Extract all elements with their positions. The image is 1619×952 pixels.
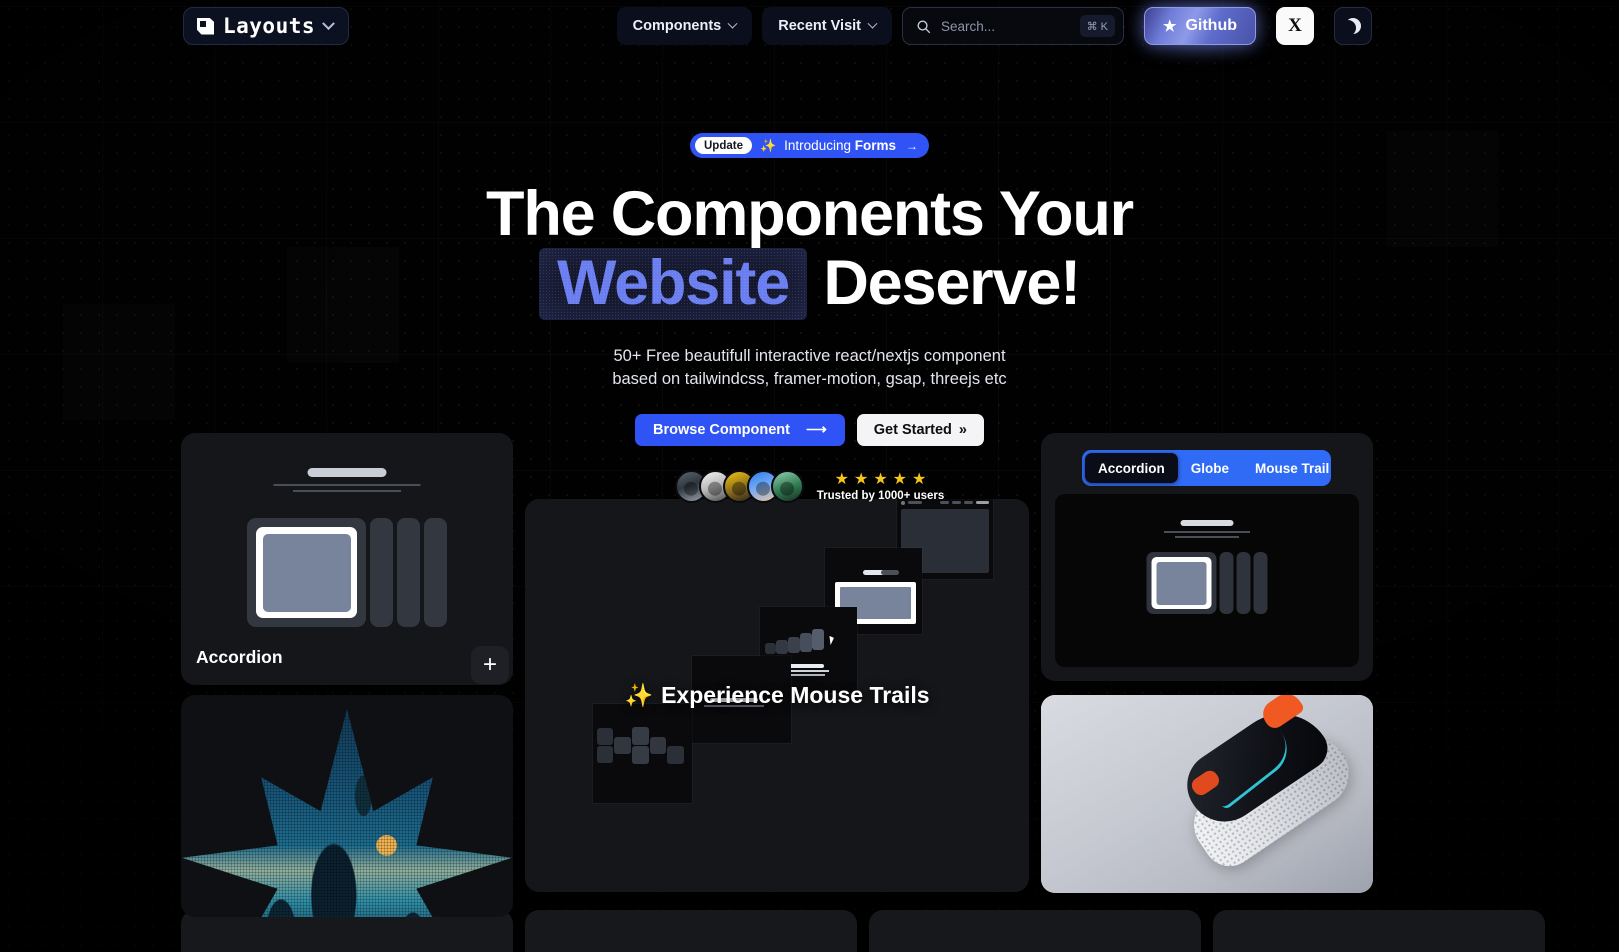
accordion-line	[1175, 536, 1239, 538]
accordion-handle-bar	[1180, 520, 1234, 526]
nav-menu-components-label: Components	[632, 18, 722, 34]
announcement-text-prefix: Introducing	[784, 138, 855, 153]
nav-menu-recent-visit-label: Recent Visit	[778, 18, 861, 34]
page-title: The Components Your Website Deserve!	[486, 179, 1134, 321]
moon-icon	[1345, 18, 1361, 34]
browse-component-button[interactable]: Browse Component ⟶	[635, 414, 845, 447]
announcement-text-strong: Forms	[854, 138, 896, 153]
search-shortcut-badge: ⌘ K	[1079, 15, 1115, 37]
github-button[interactable]: ★ Github	[1144, 7, 1256, 45]
hero-subtitle: 50+ Free beautifull interactive react/ne…	[612, 345, 1006, 391]
star-icon: ★	[834, 470, 849, 488]
star-icon: ★	[853, 470, 869, 488]
hero-title-line1: The Components Your	[486, 179, 1134, 249]
hero-subtitle-line1: 50+ Free beautifull interactive react/ne…	[613, 346, 1006, 365]
accordion-panel-open	[247, 518, 366, 627]
logo-button[interactable]: Layouts	[183, 7, 350, 45]
sparkle-icon: ✨	[759, 137, 777, 153]
trail-image-5	[593, 704, 692, 803]
tab-preview-stage	[1055, 494, 1359, 667]
mini-accordion-bar	[880, 570, 899, 575]
accordion-panel-closed	[1253, 552, 1268, 614]
browse-component-label: Browse Component	[653, 422, 790, 439]
social-proof: ★ ★ ★ ★ ★ Trusted by 1000+ users	[674, 470, 945, 504]
star-icon: ★	[912, 470, 927, 488]
accordion-panel-closed	[370, 518, 393, 627]
mini-trail-block	[597, 746, 613, 763]
logo-mark-icon	[197, 18, 214, 35]
accordion-panel-closed	[1219, 552, 1234, 614]
star-image-dither	[182, 709, 512, 917]
mouse-trail-title-text: Experience Mouse Trails	[661, 682, 930, 708]
star-icon: ★	[1163, 17, 1177, 35]
top-navbar: Layouts Components Recent Visit Search..…	[183, 0, 1372, 59]
chevron-down-icon	[727, 18, 738, 29]
mini-trail-block	[800, 633, 812, 652]
avatar-group	[674, 470, 804, 504]
mouse-trail-title: ✨ Experience Mouse Trails	[525, 682, 1029, 709]
star-rating-icons: ★ ★ ★ ★ ★	[834, 470, 927, 488]
theme-toggle-button[interactable]	[1334, 7, 1372, 45]
card-product-shoe[interactable]	[1041, 695, 1373, 893]
announcement-badge: Update	[695, 137, 752, 154]
mini-trail-block	[667, 746, 684, 764]
nav-menu-recent-visit[interactable]: Recent Visit	[762, 7, 892, 45]
accordion-panel-closed	[424, 518, 447, 627]
arrow-right-icon: ⟶	[805, 422, 827, 439]
chevrons-right-icon: »	[958, 422, 967, 439]
trusted-by-label: Trusted by 1000+ users	[816, 489, 945, 502]
sparkle-icon: ✨	[624, 682, 654, 708]
accordion-panel-open	[1146, 552, 1217, 614]
accordion-panels	[247, 518, 447, 627]
search-icon	[917, 20, 931, 33]
search-placeholder: Search...	[941, 18, 996, 34]
hero-section: Update ✨ Introducing Forms → The Compone…	[0, 0, 1619, 504]
mini-trail-block	[812, 629, 824, 650]
avatar	[770, 470, 804, 504]
announcement-text: Introducing Forms	[784, 138, 896, 153]
navbar-right-group: Components Recent Visit Search... ⌘ K ★ …	[616, 0, 1372, 59]
get-started-label: Get Started	[873, 422, 952, 439]
search-input[interactable]: Search... ⌘ K	[902, 7, 1124, 45]
announcement-banner[interactable]: Update ✨ Introducing Forms →	[690, 133, 929, 158]
mini-trail-block	[650, 737, 666, 754]
chevron-down-icon	[867, 18, 878, 29]
mini-trail-block	[632, 746, 649, 764]
get-started-button[interactable]: Get Started »	[856, 414, 984, 447]
mini-trail-block	[597, 728, 613, 745]
arrow-right-icon: →	[905, 138, 918, 153]
accordion-panel-closed	[1236, 552, 1251, 614]
star-icon: ★	[873, 470, 888, 488]
logo-text: Layouts	[223, 13, 316, 38]
accordion-panel-closed	[397, 518, 420, 627]
twitter-x-button[interactable]: X	[1276, 7, 1314, 45]
hero-title-line2-rest: Deserve!	[807, 248, 1081, 319]
mini-trail-block	[632, 727, 649, 745]
card-mouse-trail[interactable]: ✨ Experience Mouse Trails	[525, 499, 1029, 892]
accordion-panels	[1146, 552, 1268, 614]
hero-cta-group: Browse Component ⟶ Get Started »	[635, 414, 984, 447]
star-shaped-image	[182, 709, 512, 917]
chevron-down-icon	[322, 16, 335, 30]
card-star-visual[interactable]	[181, 695, 513, 917]
x-icon: X	[1288, 15, 1302, 36]
mini-trail-block	[788, 637, 800, 653]
mini-trail-block	[765, 643, 776, 654]
add-component-button[interactable]: +	[471, 646, 509, 684]
card-next-row-2[interactable]	[525, 910, 857, 952]
card-next-row-3[interactable]	[869, 910, 1201, 952]
accordion-preview-small	[1087, 520, 1327, 630]
github-button-wrapper: ★ Github	[1130, 0, 1270, 59]
card-next-row-4[interactable]	[1213, 910, 1545, 952]
github-button-label: Github	[1185, 17, 1237, 34]
mini-trail-block	[776, 640, 788, 654]
hero-subtitle-line2: based on tailwindcss, framer-motion, gsa…	[612, 369, 1007, 388]
star-icon: ★	[892, 470, 908, 488]
rating-block: ★ ★ ★ ★ ★ Trusted by 1000+ users	[816, 470, 945, 502]
accordion-line	[1164, 531, 1250, 533]
card-accordion-label: Accordion	[196, 647, 283, 667]
hero-title-highlight: Website	[539, 248, 808, 321]
nav-menu-components[interactable]: Components	[616, 7, 753, 45]
mini-trail-block	[614, 737, 631, 754]
